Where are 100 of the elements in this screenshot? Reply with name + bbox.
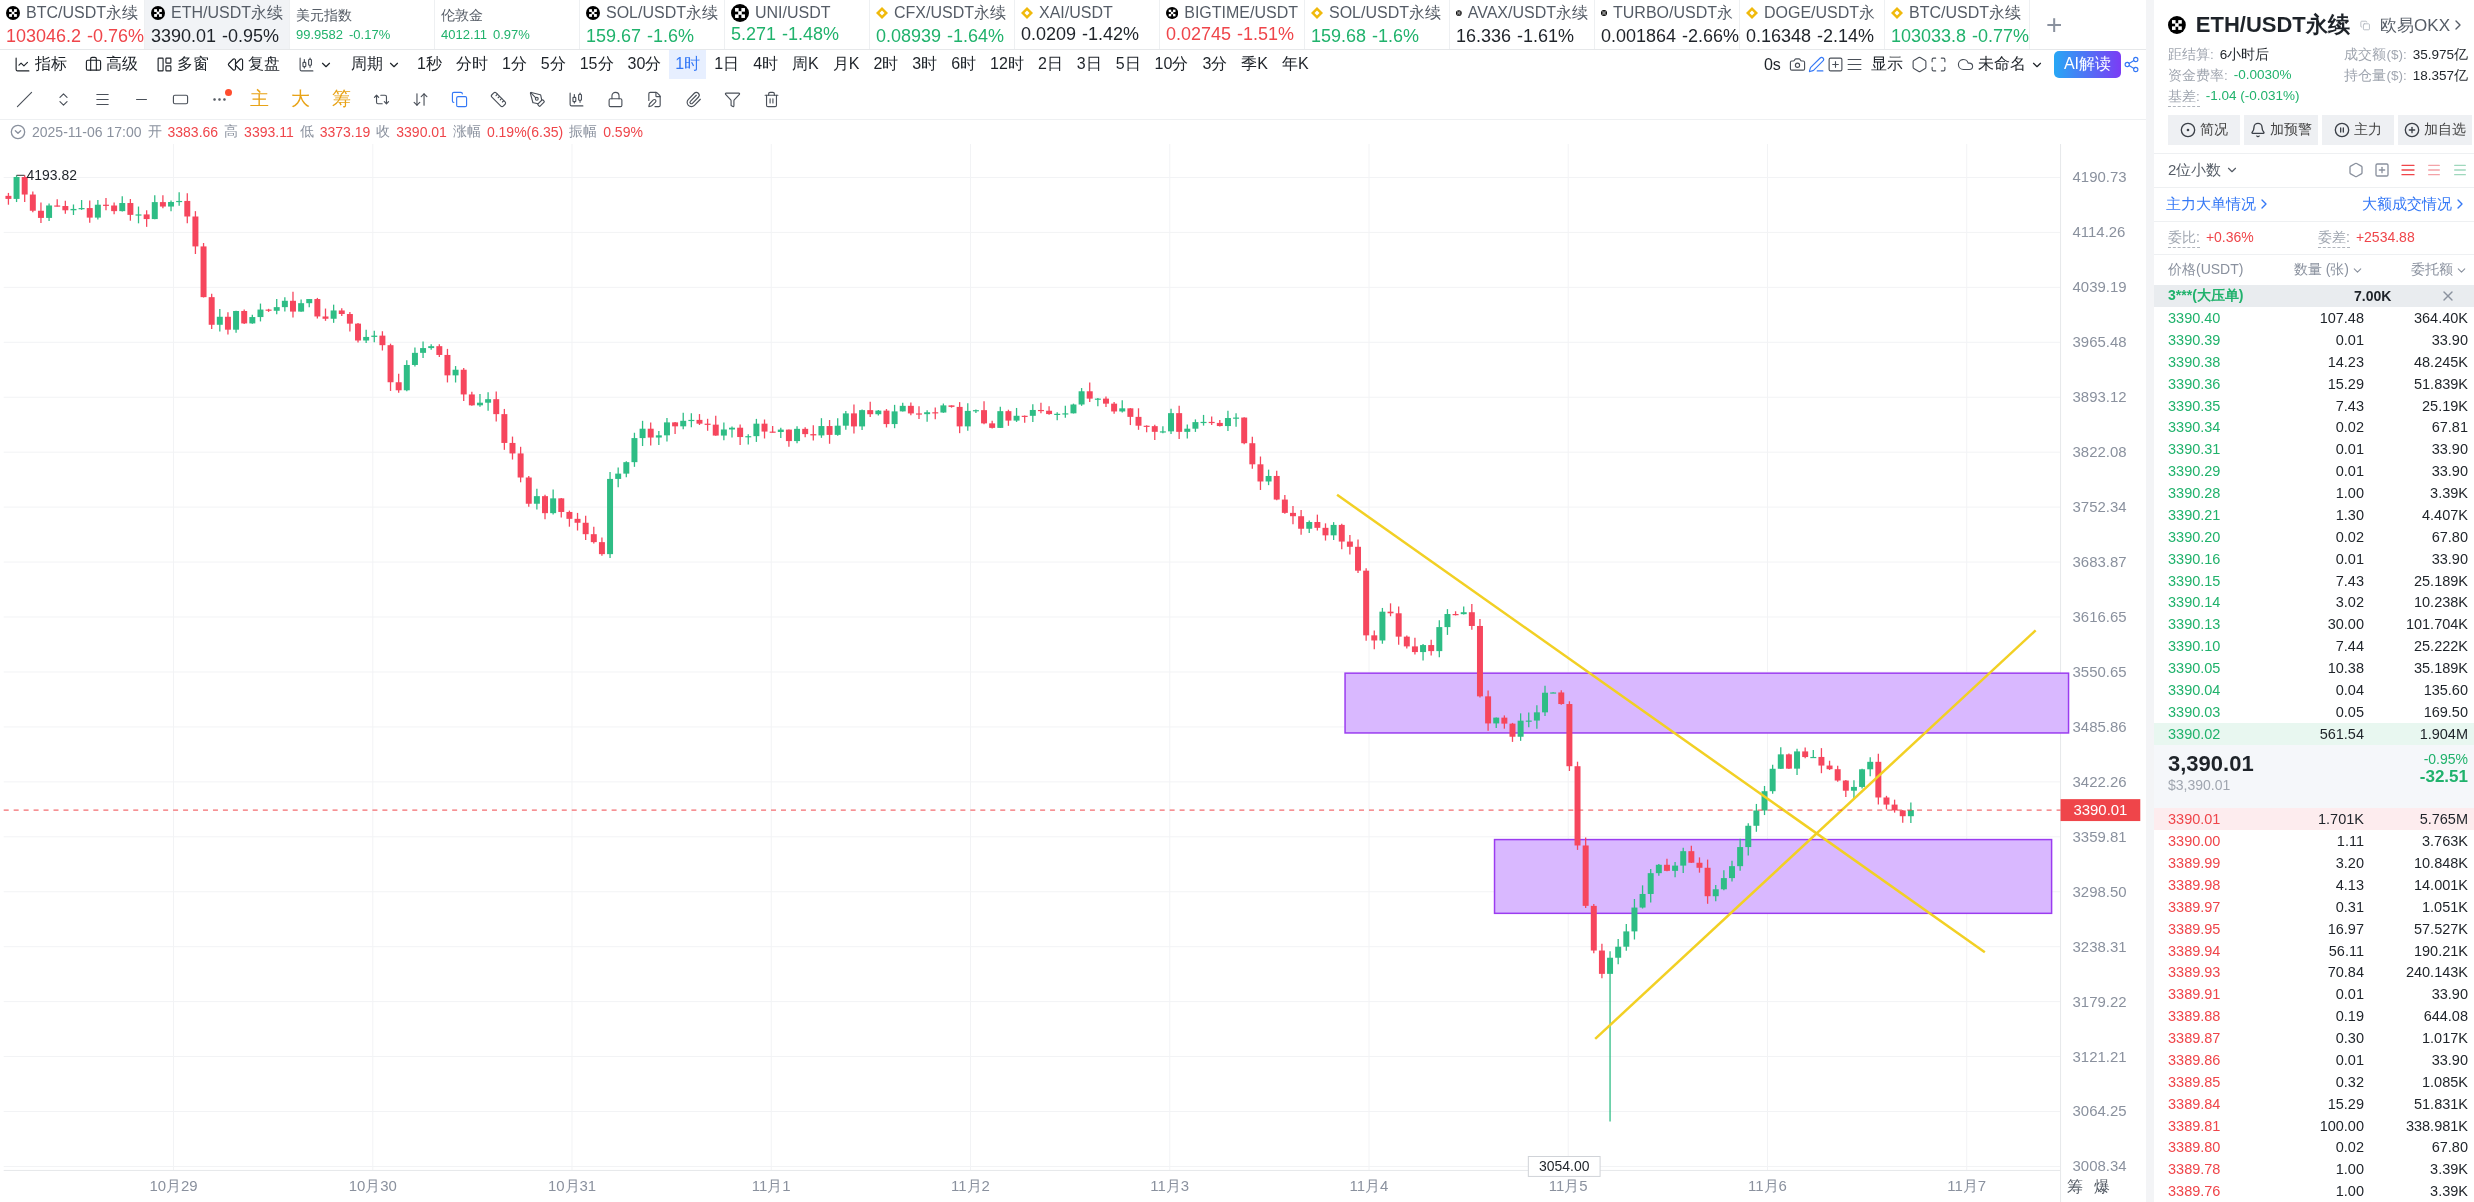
interval-tab[interactable]: 1时 xyxy=(669,50,707,80)
interval-tab[interactable]: 12时 xyxy=(984,50,1030,80)
ticker-tab[interactable]: XAI/USDT 0.0209 -1.42% xyxy=(1015,0,1160,49)
ask-price: 3390.20 xyxy=(2168,528,2222,545)
settings-icon[interactable] xyxy=(2348,162,2364,179)
interval-tab[interactable]: 5分 xyxy=(534,50,572,80)
diamond-logo-icon xyxy=(876,7,888,19)
toolbar-button[interactable]: 高级 xyxy=(77,51,146,79)
line-tool-icon[interactable] xyxy=(16,90,33,108)
ticker-tab[interactable]: 伦敦金 4012.11 0.97% xyxy=(435,0,580,49)
interval-tab[interactable]: 3分 xyxy=(1196,50,1234,80)
date-label: 11月1 xyxy=(751,1177,791,1195)
interval-tab[interactable]: 季K xyxy=(1235,50,1274,80)
ticker-tab[interactable]: ETH/USDT永续 3390.01 -0.95% xyxy=(145,0,290,49)
ai-button[interactable]: AI解读 xyxy=(2053,51,2121,79)
panel-button[interactable]: 简况 xyxy=(2168,115,2240,145)
toolbar-button[interactable]: 复盘 xyxy=(219,51,288,79)
add-box-icon[interactable] xyxy=(1826,56,1844,74)
interval-tab[interactable]: 1日 xyxy=(708,50,746,80)
ticker-price: 103033.8 xyxy=(1891,25,1967,47)
interval-tab[interactable]: 3时 xyxy=(906,50,944,80)
toolbar-button[interactable]: 多窗 xyxy=(148,51,217,79)
interval-tab[interactable]: 4时 xyxy=(747,50,785,80)
interval-tab[interactable]: 10分 xyxy=(1148,50,1195,80)
ticker-tab[interactable]: BTC/USDT永续 103033.8 -0.77% xyxy=(1885,0,2030,49)
interval-tab[interactable]: 1秒 xyxy=(411,50,448,80)
panel-button[interactable]: 主力 xyxy=(2322,115,2394,145)
order-amount: 67.80 xyxy=(2430,1139,2468,1156)
layout-dropdown[interactable]: 未命名 xyxy=(1948,51,2052,79)
ticker-tab[interactable]: 美元指数 99.9582 -0.17% xyxy=(290,0,435,49)
big-order-label: 3***(大压单) xyxy=(2168,287,2245,306)
interval-tab[interactable]: 分时 xyxy=(449,50,494,80)
ratio-value: +0.36% xyxy=(2205,228,2254,247)
ticker-tab[interactable]: BIGTIME/USDT 0.02745 -1.51% xyxy=(1160,0,1305,49)
share-icon[interactable] xyxy=(2123,56,2140,74)
order-quantity: 0.02 xyxy=(2334,419,2364,436)
fullscreen-icon[interactable] xyxy=(1929,56,1947,74)
ticker-price: 159.68 xyxy=(1311,25,1367,47)
interval-tab[interactable]: 6时 xyxy=(945,50,983,80)
price-label: 3064.25 xyxy=(2072,1102,2127,1120)
camera-icon[interactable] xyxy=(1788,56,1806,74)
ticker-tab[interactable]: CFX/USDT永续 0.08939 -1.64% xyxy=(870,0,1015,49)
interval-tab[interactable]: 年K xyxy=(1276,50,1315,80)
order-quantity: 0.31 xyxy=(2334,898,2364,915)
lock-icon[interactable] xyxy=(607,90,624,108)
pen-tool-icon[interactable] xyxy=(529,90,546,108)
date-label: 10月29 xyxy=(149,1177,198,1195)
ask-price: 3390.40 xyxy=(2168,310,2222,327)
order-quantity: 70.84 xyxy=(2326,964,2364,981)
period-dropdown[interactable]: 周期 xyxy=(343,51,409,79)
paperclip-icon[interactable] xyxy=(685,90,702,108)
decimals-dropdown[interactable]: 2位小数 xyxy=(2168,160,2240,180)
order-amount: 3.39K xyxy=(2429,1161,2468,1178)
interval-tab[interactable]: 2日 xyxy=(1031,50,1069,80)
price-label: 3179.22 xyxy=(2072,992,2127,1010)
ask-price: 3390.34 xyxy=(2168,419,2222,436)
ticker-tab[interactable]: DOGE/USDT永 0.16348 -2.14% xyxy=(1740,0,1885,49)
ticker-tab[interactable]: SOL/USDT永续 159.67 -1.6% xyxy=(580,0,725,49)
candlestick-icon[interactable] xyxy=(568,90,585,108)
interval-tab[interactable]: 15分 xyxy=(573,50,620,80)
order-amount: 644.08 xyxy=(2422,1008,2468,1025)
ruler-icon[interactable] xyxy=(490,90,507,108)
axis-toggle[interactable]: 爆 xyxy=(2094,1178,2111,1196)
interval-tab[interactable]: 周K xyxy=(786,50,825,80)
settings-icon[interactable] xyxy=(1910,56,1928,74)
interval-tab[interactable]: 30分 xyxy=(621,50,668,80)
interval-tab[interactable]: 2时 xyxy=(867,50,905,80)
notification-dot xyxy=(225,88,232,96)
order-quantity: 14.23 xyxy=(2326,353,2364,370)
ticker-tab[interactable]: UNI/USDT 5.271 -1.48% xyxy=(725,0,870,49)
pen-icon[interactable] xyxy=(1807,56,1825,74)
trash-icon[interactable] xyxy=(763,90,780,108)
ticker-change: -2.66% xyxy=(1682,25,1739,47)
panel-button[interactable]: 加自选 xyxy=(2398,115,2472,145)
filter-icon[interactable] xyxy=(724,90,741,108)
interval-tab[interactable]: 5日 xyxy=(1109,50,1147,80)
edit-icon[interactable] xyxy=(646,90,663,108)
ohlc-label: 收 xyxy=(376,122,391,141)
panel-link[interactable]: 主力大单情况 xyxy=(2166,194,2272,214)
exchange-link[interactable]: 欧易OKX xyxy=(2380,13,2466,37)
ticker-change: -1.6% xyxy=(1372,25,1420,47)
date-label: 10月30 xyxy=(348,1177,397,1195)
ticker-tab[interactable]: SOL/USDT永续 159.68 -1.6% xyxy=(1305,0,1450,49)
toolbar-button[interactable]: 指标 xyxy=(6,51,75,79)
panel-link[interactable]: 大额成交情况 xyxy=(2362,194,2468,214)
axis-toggle[interactable]: 筹 xyxy=(2066,1178,2083,1196)
line-chart-icon xyxy=(14,56,31,74)
ticker-change: -1.61% xyxy=(1517,25,1575,47)
collapse-icon[interactable] xyxy=(10,123,26,140)
panel-button[interactable]: 加预警 xyxy=(2244,115,2318,145)
interval-tab[interactable]: 3日 xyxy=(1070,50,1108,80)
date-label: 11月2 xyxy=(951,1177,990,1195)
copy-icon[interactable] xyxy=(451,90,468,108)
interval-tab[interactable]: 1分 xyxy=(495,50,533,80)
ticker-tab[interactable]: TURBO/USDT永 0.001864 -2.66% xyxy=(1595,0,1740,49)
sort-icon[interactable] xyxy=(412,90,429,108)
order-quantity: 1.00 xyxy=(2334,1161,2364,1178)
ticker-tab[interactable]: AVAX/USDT永续 16.336 -1.61% xyxy=(1450,0,1595,49)
display-button[interactable]: 显示 xyxy=(1864,54,1909,76)
interval-tab[interactable]: 月K xyxy=(826,50,866,80)
